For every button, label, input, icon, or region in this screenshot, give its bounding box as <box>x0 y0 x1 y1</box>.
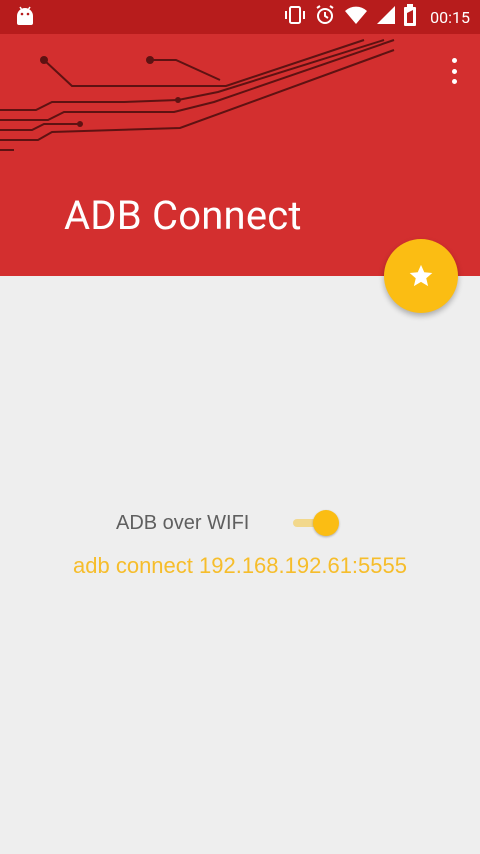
toggle-thumb[interactable] <box>313 510 340 536</box>
android-icon <box>14 6 36 28</box>
adb-wifi-toggle[interactable] <box>293 508 345 538</box>
status-icons: 00:15 <box>284 0 470 34</box>
app-title: ADB Connect <box>64 192 302 239</box>
overflow-menu-icon[interactable] <box>446 58 462 84</box>
alarm-icon <box>314 4 336 30</box>
status-bar: 00:15 <box>0 0 480 34</box>
wifi-icon <box>344 5 368 29</box>
circuit-decoration <box>0 39 395 151</box>
vibrate-icon <box>284 5 306 29</box>
main-content: ADB over WIFI adb connect 192.168.192.61… <box>0 276 480 854</box>
signal-icon <box>376 5 396 29</box>
status-time: 00:15 <box>430 7 470 27</box>
adb-wifi-row: ADB over WIFI <box>116 508 376 538</box>
adb-wifi-label: ADB over WIFI <box>116 511 250 534</box>
adb-connect-command: adb connect 192.168.192.61:5555 <box>73 553 407 578</box>
battery-icon <box>404 4 417 30</box>
app-bar: ADB Connect <box>0 34 480 276</box>
